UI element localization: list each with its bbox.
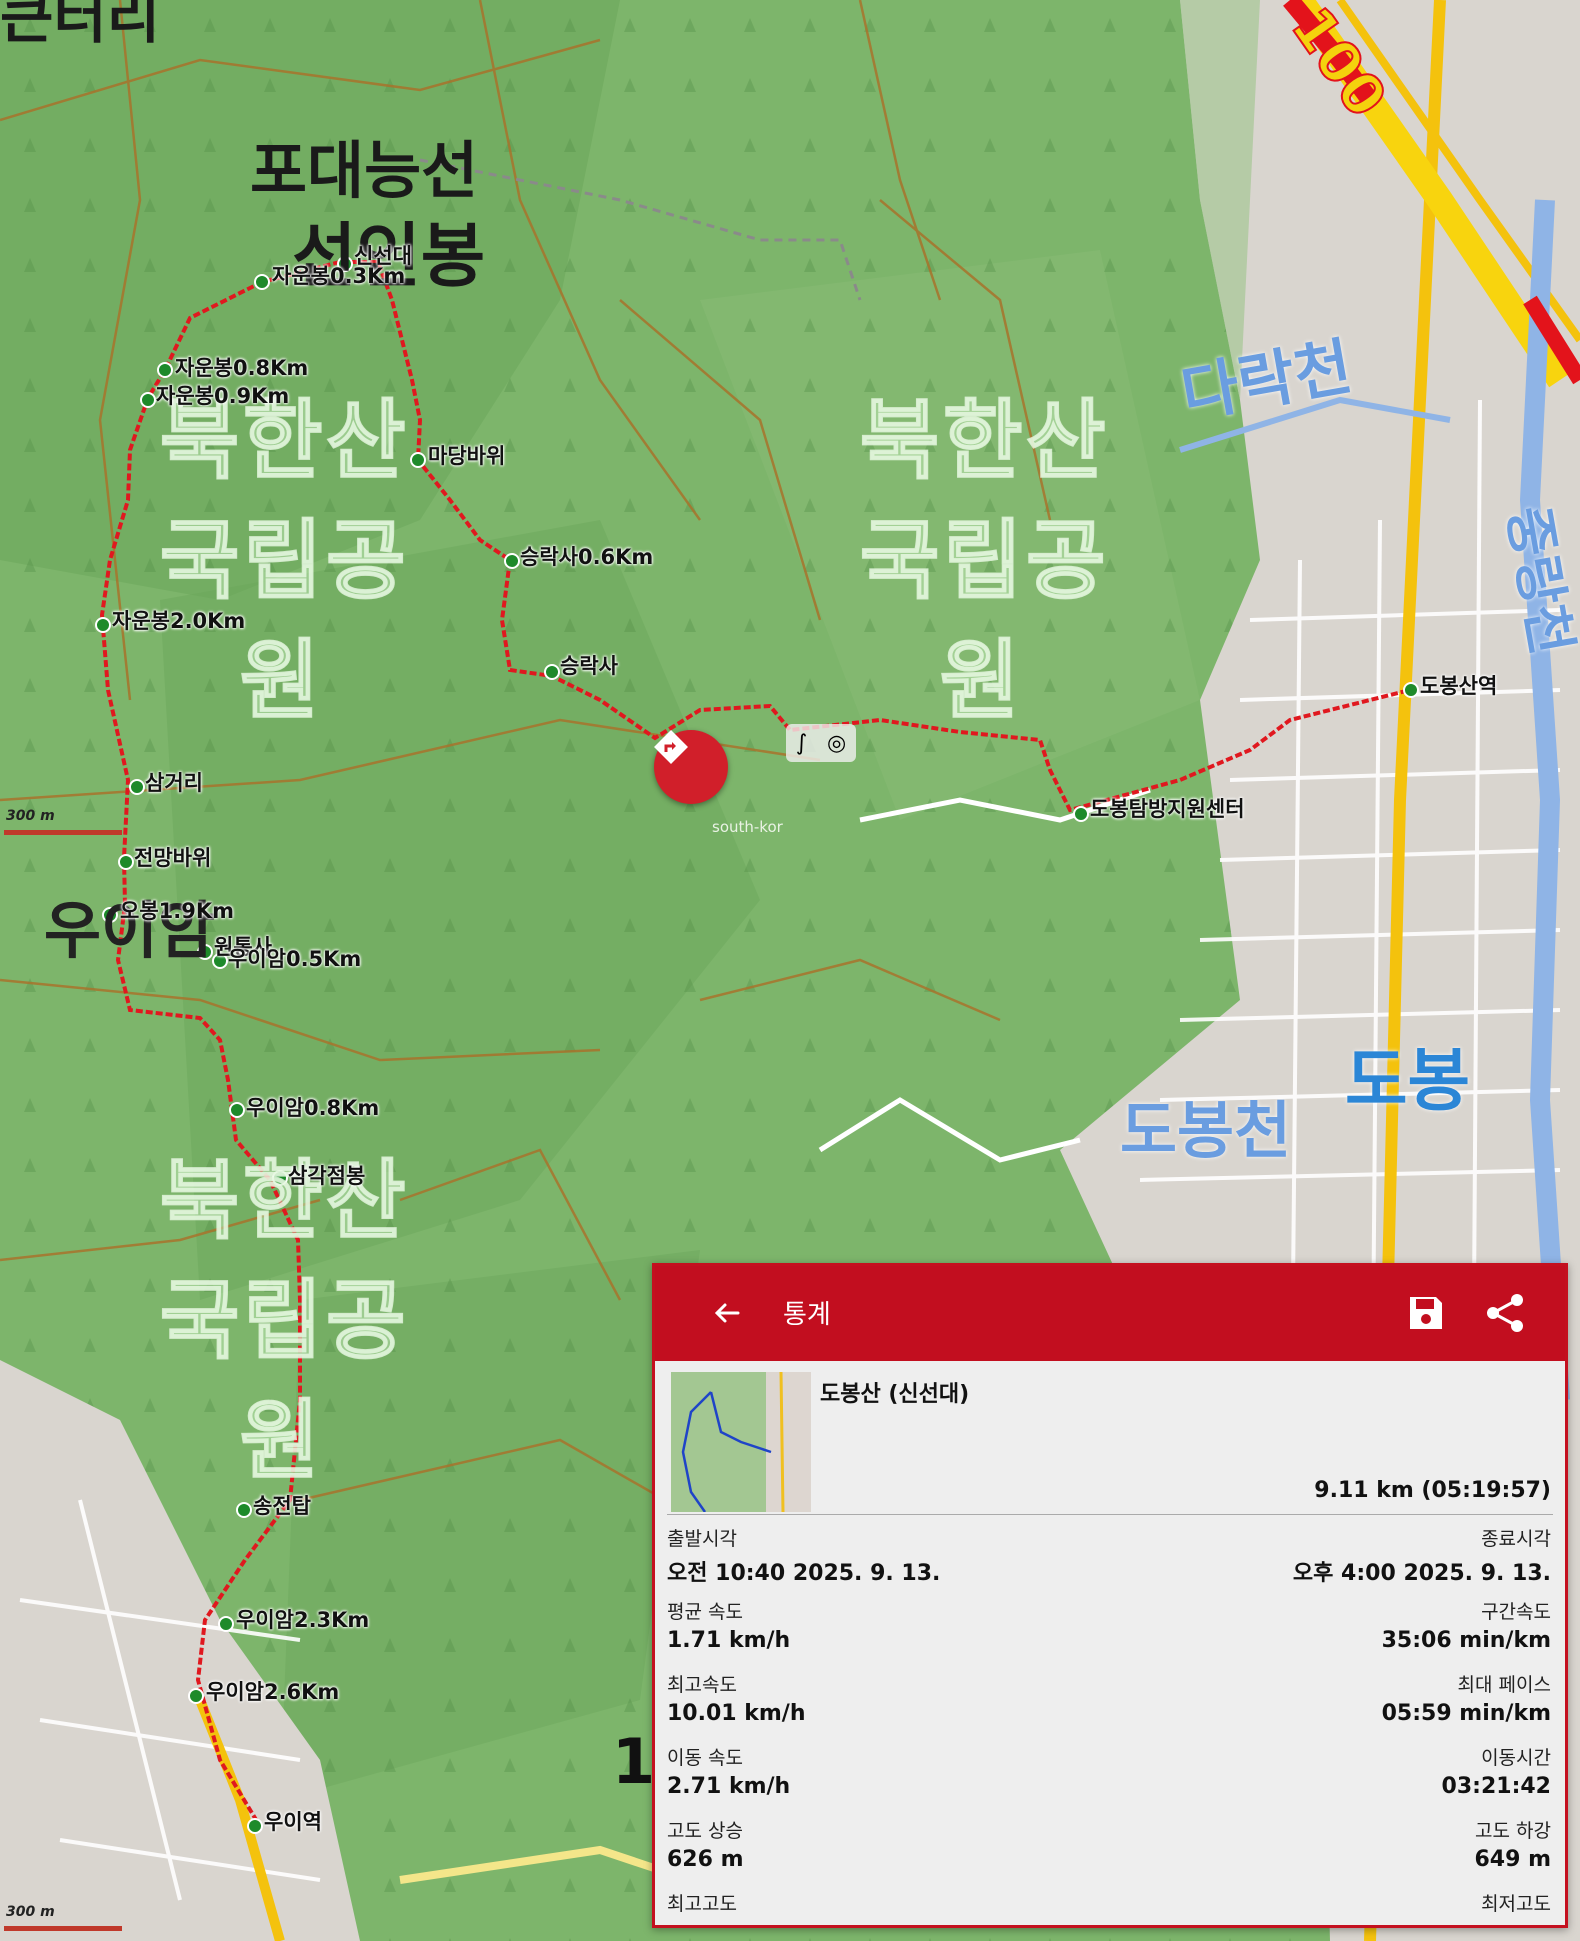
stat-label-max-pace: 최대 페이스 (1457, 1674, 1551, 1696)
scale-bar-top (4, 830, 122, 835)
nav-caption: south-kor (712, 818, 783, 836)
park-label-1-line2: 국립공 (159, 510, 410, 612)
stat-value-max-speed: 10.01 km/h (667, 1701, 806, 1726)
track-summary: 9.11 km (05:19:57) (1314, 1478, 1551, 1503)
waypoint-label-songjeontap[interactable]: 송전탑 (253, 1490, 311, 1520)
waypoint-label-uiam-0-8[interactable]: 우이암0.8Km (246, 1092, 379, 1122)
turn-right-icon (654, 730, 688, 764)
stat-label-moving-time: 이동시간 (1481, 1747, 1551, 1769)
stat-row-time: 출발시각오전 10:40 2025. 9. 13. 종료시각오후 4:00 20… (667, 1524, 1551, 1596)
track-name: 도봉산 (신선대) (820, 1382, 970, 1407)
stat-row-moving: 이동 속도 2.71 km/h 이동시간 03:21:42 (667, 1743, 1551, 1815)
panel-header: 통계 (655, 1266, 1565, 1361)
track-thumbnail-map (671, 1372, 811, 1512)
waypoint-label-uiam-0-5[interactable]: 우이암0.5Km (228, 943, 361, 973)
panel-title: 통계 (783, 1300, 831, 1330)
waypoint-label-samgeori[interactable]: 삼거리 (145, 767, 203, 797)
stat-row-altitude: 최고고도 최저고도 (667, 1889, 1551, 1925)
stat-value-start-time: 오전 10:40 2025. 9. 13. (667, 1561, 941, 1586)
stat-label-end-time: 종료시각 (1481, 1528, 1551, 1550)
stat-row-speed: 평균 속도 1.71 km/h 구간속도 35:06 min/km (667, 1597, 1551, 1669)
waypoint-label-jaunbong-0-8[interactable]: 자운봉0.8Km (175, 352, 308, 382)
stat-label-moving-speed: 이동 속도 (667, 1747, 743, 1769)
stat-row-elevation: 고도 상승 626 m 고도 하강 649 m (667, 1816, 1551, 1888)
stat-value-descent: 649 m (1474, 1847, 1551, 1872)
stat-label-max-speed: 최고속도 (667, 1674, 737, 1696)
map-label-top-left: 큰터리 (0, 0, 161, 51)
stat-value-ascent: 626 m (667, 1847, 744, 1872)
waypoint-label-samgakjeombong[interactable]: 삼각점봉 (288, 1160, 365, 1190)
stat-label-ascent: 고도 상승 (667, 1820, 743, 1842)
share-icon (1487, 1294, 1523, 1332)
map-label-dobong-stream: 도봉천 (1120, 1094, 1292, 1167)
stat-value-pace: 35:06 min/km (1381, 1628, 1551, 1653)
park-label-3-line1: 북한산 (159, 1150, 410, 1252)
waypoint-label-jaunbong-0-9[interactable]: 자운봉0.9Km (156, 380, 289, 410)
stat-label-descent: 고도 하강 (1475, 1820, 1551, 1842)
waypoint-label-uiam-2-6[interactable]: 우이암2.6Km (206, 1676, 339, 1706)
statistics-panel: 통계 도봉산 (신선대) 9.11 km (05:19:57) 출발시각 오전 … (652, 1263, 1568, 1928)
park-label-2-line1: 북한산 (859, 390, 1110, 492)
route-chip[interactable]: ∫ ◎ (786, 724, 856, 762)
waypoint-label-uiam-2-3[interactable]: 우이암2.3Km (236, 1604, 369, 1634)
stat-value-end-time: 오후 4:00 2025. 9. 13. (1292, 1561, 1551, 1586)
park-label-3-line2: 국립공 (159, 1270, 410, 1372)
waypoint-label-obong-1-9[interactable]: 오봉1.9Km (120, 895, 234, 925)
scale-label-bottom: 300 m (6, 1904, 55, 1920)
share-button[interactable] (1483, 1290, 1529, 1336)
stat-label-pace: 구간속도 (1481, 1601, 1551, 1623)
map-label-dobong-district: 도봉 (1345, 1042, 1471, 1121)
stat-row-max: 최고속도 10.01 km/h 최대 페이스 05:59 min/km (667, 1670, 1551, 1742)
map-label-podae-ridge: 포대능선 (250, 134, 479, 207)
track-thumbnail[interactable] (671, 1372, 811, 1512)
waypoint-label-seungraksa[interactable]: 승락사 (560, 650, 618, 680)
divider (667, 1514, 1553, 1515)
park-label-3-line3: 원 (239, 1390, 324, 1492)
stat-value-max-pace: 05:59 min/km (1381, 1701, 1551, 1726)
scale-bar-bottom (4, 1926, 122, 1931)
park-label-2-line2: 국립공 (859, 510, 1110, 612)
stat-label-min-altitude: 최저고도 (1481, 1893, 1551, 1915)
map-label-side-number: 1 (612, 1725, 656, 1798)
stat-label-start-time: 출발시각 (667, 1528, 737, 1550)
navigate-button[interactable] (654, 730, 728, 804)
stat-value-avg-speed: 1.71 km/h (667, 1628, 791, 1653)
park-label-2-line3: 원 (939, 630, 1024, 732)
stat-label-avg-speed: 평균 속도 (667, 1601, 743, 1623)
waypoint-label-madangbawi[interactable]: 마당바위 (428, 440, 505, 470)
waypoint-label-dobongsan-station[interactable]: 도봉산역 (1420, 670, 1497, 700)
stat-value-moving-speed: 2.71 km/h (667, 1774, 791, 1799)
stat-value-moving-time: 03:21:42 (1441, 1774, 1551, 1799)
waypoint-label-jeonmangbawi[interactable]: 전망바위 (134, 842, 211, 872)
waypoint-label-ui-station[interactable]: 우이역 (264, 1806, 322, 1836)
stat-label-max-altitude: 최고고도 (667, 1893, 737, 1915)
waypoint-label-seungraksa-0-6[interactable]: 승락사0.6Km (520, 541, 653, 571)
target-icon: ◎ (826, 730, 847, 756)
back-button[interactable] (705, 1291, 749, 1335)
save-button[interactable] (1403, 1290, 1449, 1336)
route-squiggle-icon: ∫ (795, 730, 808, 756)
scale-label-top: 300 m (6, 808, 55, 824)
waypoint-label-jaunbong-2-0[interactable]: 자운봉2.0Km (112, 605, 245, 635)
waypoint-label-jaunbong-0-3[interactable]: 자운봉0.3Km (272, 260, 405, 290)
arrow-back-icon (714, 1303, 740, 1323)
map-label-uiam: 우이암 (44, 894, 216, 967)
floppy-disk-icon (1410, 1297, 1442, 1329)
park-label-1-line3: 원 (239, 630, 324, 732)
waypoint-label-dobong-visitor-center[interactable]: 도봉탐방지원센터 (1090, 793, 1245, 823)
